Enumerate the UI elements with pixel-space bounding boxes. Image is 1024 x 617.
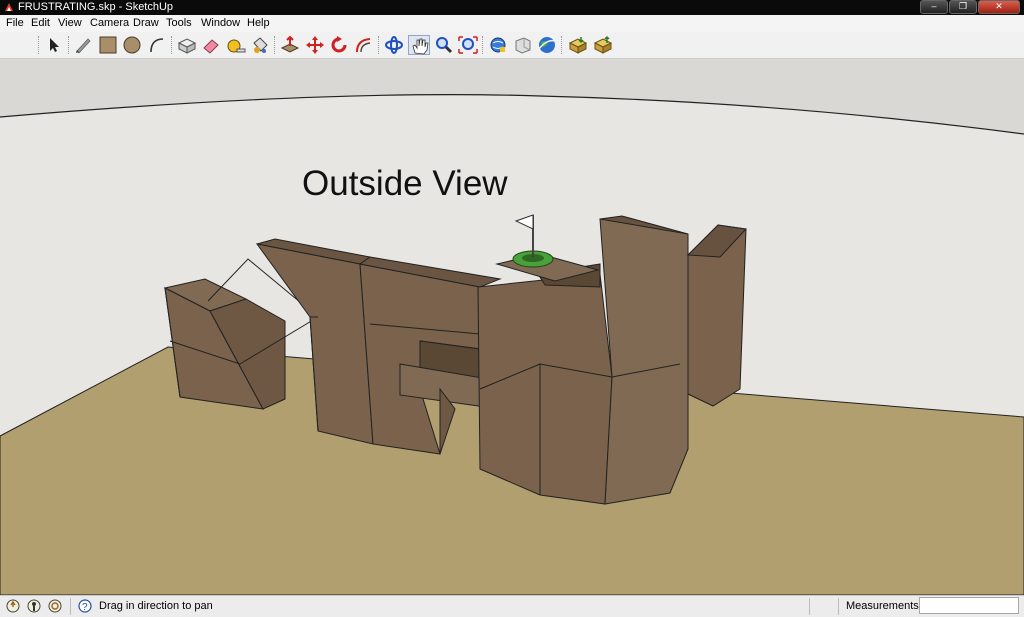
offset-icon[interactable] — [353, 35, 375, 55]
menu-edit[interactable]: Edit — [31, 17, 50, 30]
menu-draw[interactable]: Draw — [133, 17, 159, 30]
measurements-label: Measurements — [846, 600, 919, 612]
user-sign-in-icon[interactable] — [48, 599, 62, 613]
menu-view[interactable]: View — [58, 17, 82, 30]
line-pencil-icon[interactable] — [72, 35, 94, 55]
zoom-extents-icon[interactable] — [457, 35, 479, 55]
maximize-button[interactable]: ❐ — [949, 0, 977, 14]
far-right-wall — [686, 224, 748, 407]
toolbar-separator — [482, 36, 486, 54]
geo-location-icon[interactable] — [6, 599, 20, 613]
measurements-field[interactable] — [919, 597, 1019, 614]
menu-file[interactable]: File — [6, 17, 24, 30]
tape-measure-icon[interactable] — [225, 35, 247, 55]
menu-bar: File Edit View Camera Draw Tools Window … — [0, 15, 1024, 33]
rotate-icon[interactable] — [328, 35, 350, 55]
arc-icon[interactable] — [146, 35, 168, 55]
close-button[interactable]: ✕ — [978, 0, 1020, 14]
sketchup-logo-icon — [5, 3, 13, 11]
get-components-icon[interactable] — [567, 35, 589, 55]
orbit-icon[interactable] — [383, 35, 405, 55]
move-icon[interactable] — [304, 35, 326, 55]
toolbar-separator — [378, 36, 382, 54]
get-models-icon[interactable] — [487, 35, 509, 55]
share-component-icon[interactable] — [592, 35, 614, 55]
toolbar-grip[interactable] — [38, 36, 42, 54]
menu-window[interactable]: Window — [201, 17, 240, 30]
title-bar: FRUSTRATING.skp - SketchUp – ❐ ✕ — [0, 0, 1024, 15]
model-viewport[interactable]: Outside View — [0, 59, 1024, 595]
svg-text:?: ? — [82, 602, 88, 613]
select-arrow-icon[interactable] — [43, 35, 65, 55]
make-component-icon[interactable] — [176, 35, 198, 55]
status-separator — [70, 598, 71, 615]
menu-help[interactable]: Help — [247, 17, 270, 30]
toolbar-separator — [561, 36, 565, 54]
window-controls: – ❐ ✕ — [920, 0, 1020, 14]
toolbar-separator — [274, 36, 278, 54]
menu-tools[interactable]: Tools — [166, 17, 192, 30]
status-separator — [838, 598, 839, 615]
model-scene[interactable]: Outside View — [0, 59, 1024, 595]
scene-label: Outside View — [302, 164, 508, 203]
pan-hand-icon[interactable] — [408, 35, 430, 55]
status-bar: ? Drag in direction to pan Measurements — [0, 595, 1024, 617]
zoom-icon[interactable] — [433, 35, 455, 55]
circle-icon[interactable] — [121, 35, 143, 55]
share-model-icon[interactable] — [512, 35, 534, 55]
toolbar — [0, 32, 1024, 59]
minimize-button[interactable]: – — [920, 0, 948, 14]
menu-camera[interactable]: Camera — [90, 17, 129, 30]
status-separator — [809, 598, 810, 615]
toolbar-separator — [171, 36, 175, 54]
window-title: FRUSTRATING.skp - SketchUp — [18, 1, 174, 13]
google-earth-icon[interactable] — [536, 35, 558, 55]
rectangle-icon[interactable] — [97, 35, 119, 55]
eraser-icon[interactable] — [200, 35, 222, 55]
status-message: Drag in direction to pan — [99, 600, 213, 612]
credits-icon[interactable] — [27, 599, 41, 613]
paint-bucket-icon[interactable] — [249, 35, 271, 55]
help-icon[interactable]: ? — [78, 599, 92, 613]
push-pull-icon[interactable] — [279, 35, 301, 55]
